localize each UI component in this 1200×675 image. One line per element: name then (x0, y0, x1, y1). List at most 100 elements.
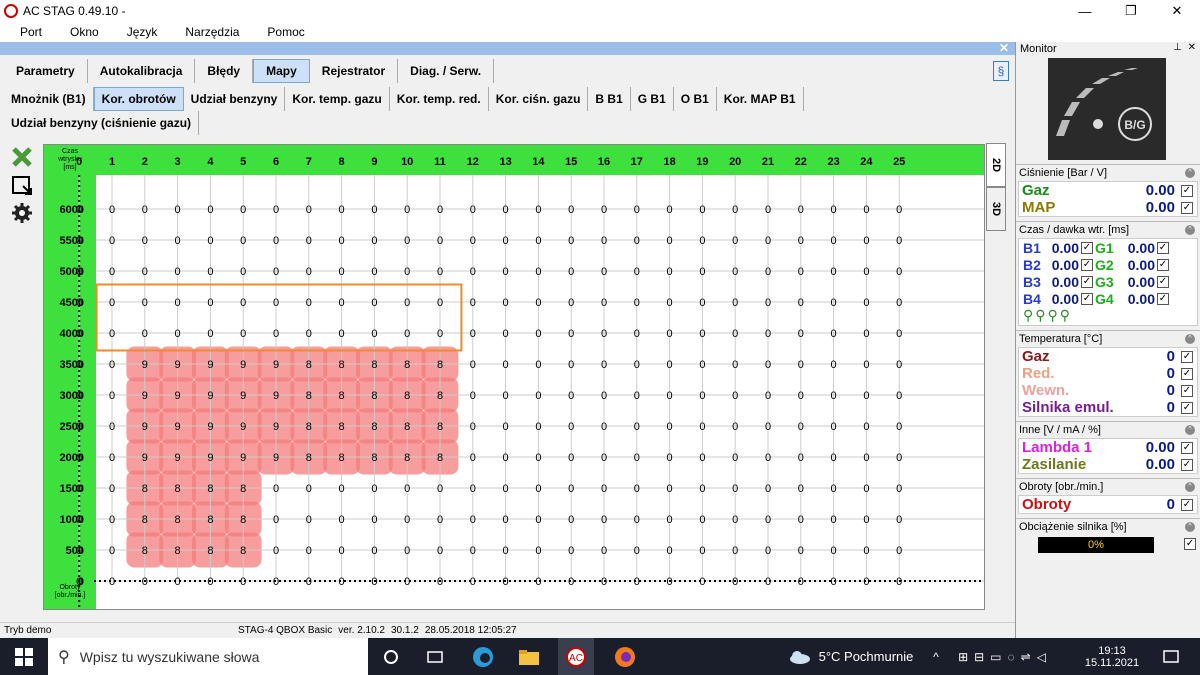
map-cell[interactable]: 0 (240, 235, 246, 247)
map-cell[interactable]: 0 (831, 266, 837, 278)
map-cell[interactable]: 0 (535, 235, 541, 247)
map-cell[interactable]: 0 (699, 204, 705, 216)
map-cell[interactable]: 0 (863, 483, 869, 495)
map-cell[interactable]: 9 (240, 390, 246, 402)
map-cell[interactable]: 9 (273, 421, 279, 433)
panel-close-icon[interactable]: ✕ (999, 41, 1009, 55)
map-cell[interactable]: 9 (175, 421, 181, 433)
map-cell[interactable]: 8 (142, 514, 148, 526)
gear-icon[interactable] (10, 201, 34, 225)
map-cell[interactable]: 0 (863, 266, 869, 278)
tab-main[interactable]: Mapy (253, 59, 310, 83)
show-checkbox[interactable]: ✓ (1081, 241, 1093, 254)
map-cell[interactable]: 0 (404, 235, 410, 247)
map-cell[interactable]: 0 (896, 359, 902, 371)
map-cell[interactable]: 0 (601, 545, 607, 557)
map-cell[interactable]: 0 (732, 452, 738, 464)
map-cell[interactable]: 0 (109, 328, 115, 340)
export-icon[interactable] (10, 173, 34, 197)
map-cell[interactable]: 0 (306, 235, 312, 247)
map-cell[interactable]: 0 (831, 545, 837, 557)
clock-date[interactable]: 15.11.2021 (1085, 657, 1139, 669)
map-cell[interactable]: 8 (437, 390, 443, 402)
show-checkbox[interactable]: ✓ (1181, 384, 1193, 397)
map-cell[interactable]: 0 (404, 483, 410, 495)
map-cell[interactable]: 9 (175, 452, 181, 464)
show-checkbox[interactable]: ✓ (1181, 367, 1193, 380)
show-checkbox[interactable]: ✓ (1157, 241, 1169, 254)
map-cell[interactable]: 8 (175, 483, 181, 495)
maximize-button[interactable]: ❐ (1108, 0, 1154, 22)
map-cell[interactable]: 0 (601, 204, 607, 216)
tab-map[interactable]: B B1 (588, 87, 631, 111)
map-cell[interactable]: 0 (371, 235, 377, 247)
map-cell[interactable]: 0 (601, 452, 607, 464)
map-cell[interactable]: 0 (371, 545, 377, 557)
map-cell[interactable]: 9 (207, 359, 213, 371)
map-cell[interactable]: 0 (732, 297, 738, 309)
map-cell[interactable]: 0 (699, 266, 705, 278)
map-cell[interactable]: 0 (470, 328, 476, 340)
map-cell[interactable]: 0 (109, 514, 115, 526)
map-cell[interactable]: 0 (273, 266, 279, 278)
map-cell[interactable]: 0 (667, 421, 673, 433)
map-cell[interactable]: 0 (273, 483, 279, 495)
map-cell[interactable]: 0 (863, 514, 869, 526)
show-checkbox[interactable]: ✓ (1181, 441, 1193, 454)
map-cell[interactable]: 0 (109, 390, 115, 402)
file-explorer-icon[interactable] (516, 638, 542, 675)
map-cell[interactable]: 0 (371, 297, 377, 309)
map-cell[interactable]: 0 (306, 266, 312, 278)
map-cell[interactable]: 0 (732, 545, 738, 557)
map-cell[interactable]: 0 (798, 328, 804, 340)
map-cell[interactable]: 0 (699, 483, 705, 495)
map-cell[interactable]: 0 (535, 204, 541, 216)
map-cell[interactable]: 0 (699, 545, 705, 557)
tab-main[interactable]: Rejestrator (309, 59, 399, 83)
map-cell[interactable]: 0 (109, 204, 115, 216)
fuel-gauge[interactable]: B/G (1048, 58, 1166, 160)
map-cell[interactable]: 0 (863, 359, 869, 371)
show-checkbox[interactable]: ✓ (1181, 458, 1193, 471)
map-cell[interactable]: 0 (798, 483, 804, 495)
map-cell[interactable]: 0 (339, 266, 345, 278)
clock-time[interactable]: 19:13 (1098, 645, 1126, 657)
map-cell[interactable]: 8 (371, 359, 377, 371)
show-checkbox[interactable]: ✓ (1081, 275, 1093, 288)
map-cell[interactable]: 8 (240, 483, 246, 495)
map-cell[interactable]: 0 (765, 390, 771, 402)
map-cell[interactable]: 0 (437, 545, 443, 557)
monitor-close-icon[interactable]: ✕ (1188, 42, 1196, 53)
map-cell[interactable]: 0 (470, 452, 476, 464)
map-cell[interactable]: 0 (667, 266, 673, 278)
map-cell[interactable]: 0 (667, 545, 673, 557)
map-cell[interactable]: 0 (503, 545, 509, 557)
map-cell[interactable]: 0 (535, 390, 541, 402)
map-cell[interactable]: 8 (306, 359, 312, 371)
map-cell[interactable]: 9 (142, 359, 148, 371)
map-cell[interactable]: 9 (175, 390, 181, 402)
map-cell[interactable]: 8 (306, 390, 312, 402)
cortana-icon[interactable] (380, 638, 402, 675)
show-checkbox[interactable]: ✓ (1181, 498, 1193, 511)
map-cell[interactable]: 0 (404, 297, 410, 309)
show-checkbox[interactable]: ✓ (1181, 350, 1193, 363)
map-cell[interactable]: 0 (109, 452, 115, 464)
map-cell[interactable]: 0 (732, 204, 738, 216)
map-cell[interactable]: 0 (470, 266, 476, 278)
map-cell[interactable]: 0 (667, 483, 673, 495)
tab-main[interactable]: Autokalibracja (87, 59, 196, 83)
map-cell[interactable]: 0 (503, 514, 509, 526)
map-cell[interactable]: 0 (798, 297, 804, 309)
map-cell[interactable]: 0 (863, 390, 869, 402)
show-checkbox[interactable]: ✓ (1081, 258, 1093, 271)
map-cell[interactable]: 0 (896, 204, 902, 216)
map-cell[interactable]: 0 (339, 297, 345, 309)
map-cell[interactable]: 8 (240, 545, 246, 557)
map-cell[interactable]: 0 (175, 297, 181, 309)
map-cell[interactable]: 0 (339, 328, 345, 340)
map-cell[interactable]: 0 (601, 514, 607, 526)
map-cell[interactable]: 0 (831, 204, 837, 216)
map-cell[interactable]: 0 (831, 452, 837, 464)
map-cell[interactable]: 0 (831, 390, 837, 402)
